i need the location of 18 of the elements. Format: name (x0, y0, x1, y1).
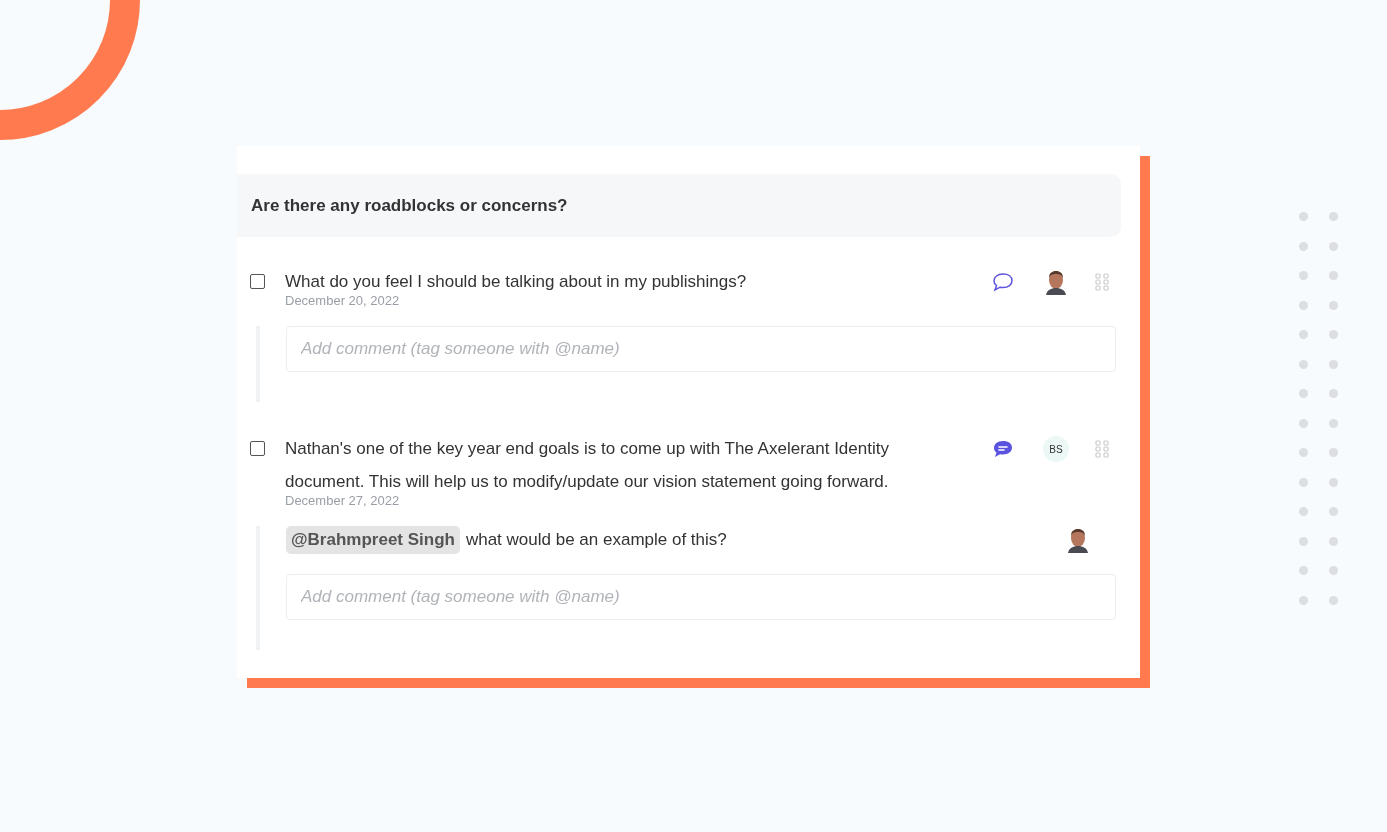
checkbox[interactable] (250, 441, 265, 456)
speech-bubble-icon[interactable] (992, 272, 1014, 292)
avatar[interactable] (1043, 269, 1069, 295)
comment-input-field[interactable]: Add comment (tag someone with @name) (286, 326, 1116, 372)
task-text: Nathan's one of the key year end goals is to come up with The Axelerant Identity document. This will help us to modify/update our vision statement going forward. (285, 438, 890, 493)
checkbox[interactable] (250, 274, 265, 289)
filled-speech-bubble-icon[interactable] (992, 439, 1014, 459)
drag-handle-icon[interactable] (1095, 440, 1109, 458)
avatar[interactable] (1065, 527, 1091, 553)
mention-tag[interactable]: @Brahmpreet Singh (286, 526, 460, 554)
task-text: What do you feel I should be talking about in my publishings? (285, 271, 748, 293)
task-date: December 20, 2022 (285, 293, 401, 308)
task-date: December 27, 2022 (285, 493, 401, 508)
avatar-initials[interactable]: BS (1043, 436, 1069, 462)
comment-text: what would be an example of this? (465, 530, 727, 550)
section-title: Are there any roadblocks or concerns? (251, 195, 568, 216)
comment-input-field[interactable]: Add comment (tag someone with @name) (286, 574, 1116, 620)
drag-handle-icon[interactable] (1095, 273, 1109, 291)
